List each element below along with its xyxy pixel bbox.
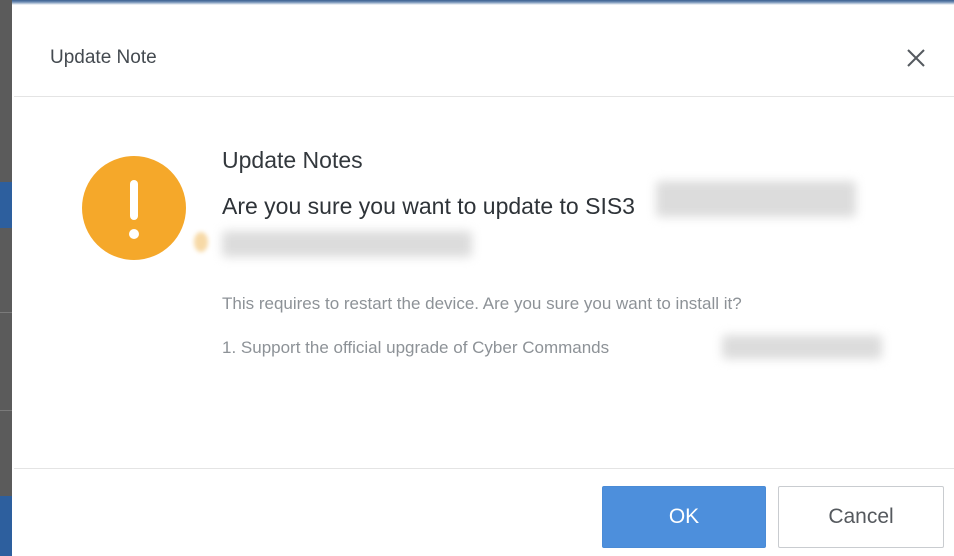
redacted-item-tail [722, 335, 882, 359]
update-note-dialog: Update Note Update Notes Are you sure yo… [14, 16, 954, 556]
screen: Update Note Update Notes Are you sure yo… [0, 0, 954, 556]
background-divider [0, 410, 12, 411]
dialog-footer: OK Cancel [14, 468, 954, 556]
restart-warning-text: This requires to restart the device. Are… [222, 294, 742, 313]
dialog-header: Update Note [14, 16, 954, 97]
update-item-text: 1. Support the official upgrade of Cyber… [222, 338, 610, 357]
cancel-button[interactable]: Cancel [778, 486, 944, 548]
content-heading: Update Notes [222, 147, 363, 173]
dialog-content: Update Notes Are you sure you want to up… [222, 143, 902, 363]
update-question-text: Are you sure you want to update to SIS3 [222, 193, 635, 219]
redacted-version [656, 181, 856, 217]
update-question: Are you sure you want to update to SIS3 [222, 181, 902, 223]
background-page-strip [0, 0, 12, 556]
close-icon [907, 49, 925, 67]
redaction-smudge [194, 232, 208, 252]
background-highlight [0, 182, 12, 228]
warning-exclamation-icon [82, 156, 186, 260]
redacted-second-line [222, 229, 482, 259]
close-button[interactable] [904, 46, 928, 70]
dialog-title: Update Note [50, 47, 157, 68]
ok-button[interactable]: OK [602, 486, 766, 548]
background-top-edge [12, 0, 954, 14]
background-divider [0, 312, 12, 313]
update-item: 1. Support the official upgrade of Cyber… [222, 333, 902, 363]
redacted-text [222, 231, 472, 257]
background-highlight [0, 496, 12, 556]
